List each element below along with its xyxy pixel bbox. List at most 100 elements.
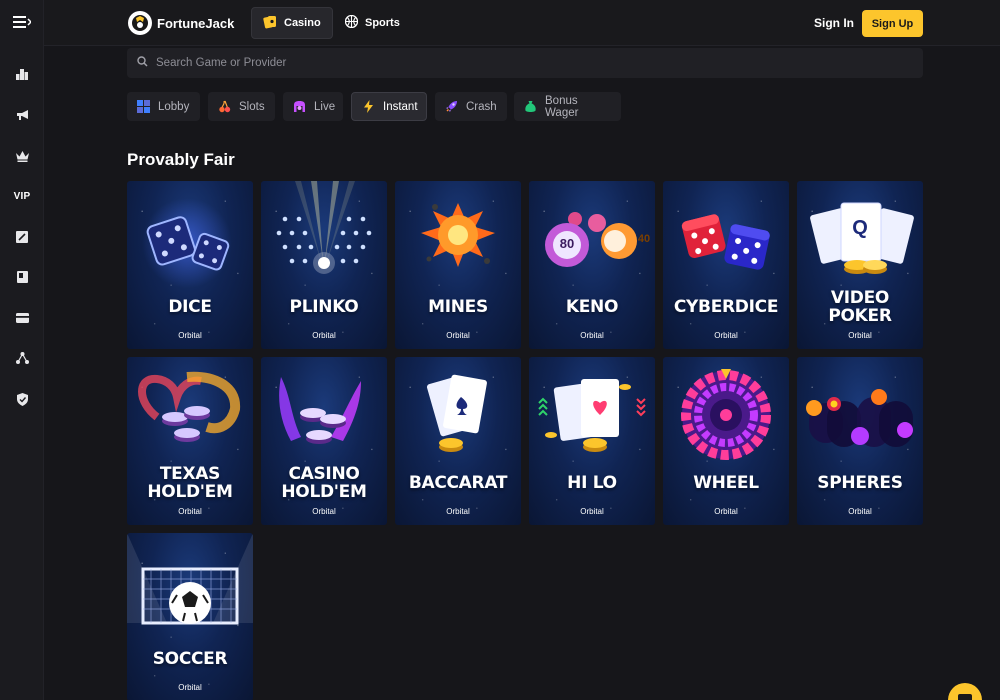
game-card-wheel[interactable]: WHEEL Orbital [663,357,789,525]
tab-bonus-wager-label: Bonus Wager [545,94,579,119]
shield-icon[interactable] [0,387,44,411]
game-card-plinko[interactable]: PLINKO Orbital [261,181,387,349]
game-title: MINES [428,297,488,317]
search-input[interactable] [156,57,856,69]
game-card-casino-holdem[interactable]: CASINO HOLD'EM Orbital [261,357,387,525]
tab-crash-label: Crash [466,100,497,113]
baccarat-art [426,374,487,452]
game-title: HI LO [567,473,617,493]
left-rail: VIP [0,0,44,700]
game-provider: Orbital [446,331,470,340]
game-card-texas-holdem[interactable]: TEXAS HOLD'EM Orbital [127,357,253,525]
spheres-art [806,389,913,447]
game-provider: Orbital [580,331,604,340]
chat-button[interactable] [948,683,982,700]
rocket-icon [445,100,458,113]
texas-holdem-art [138,371,241,442]
game-title: WHEEL [693,473,759,493]
game-provider: Orbital [580,507,604,516]
game-provider: Orbital [446,507,470,516]
network-icon[interactable] [0,346,44,370]
game-card-video-poker[interactable]: Q VIDEO POKER Orbital [797,181,923,349]
game-card-keno[interactable]: 80 40 KENO Orbital [529,181,655,349]
game-title-line-2: HOLD'EM [281,482,367,502]
game-card-cyberdice[interactable]: CYBERDICE Orbital [663,181,789,349]
hi-lo-art [538,379,646,452]
game-card-dice[interactable]: DICE Orbital [127,181,253,349]
game-provider: Orbital [714,331,738,340]
game-title-line-1: CASINO [288,464,360,484]
sign-up-button[interactable]: Sign Up [862,10,923,37]
game-title: PLINKO [289,297,359,317]
game-provider: Orbital [714,507,738,516]
search-icon [137,54,148,72]
game-provider: Orbital [312,507,336,516]
tab-slots-label: Slots [239,100,265,113]
game-provider: Orbital [178,331,202,340]
ticket-icon[interactable] [0,225,44,249]
cherry-icon [218,100,231,113]
tab-crash[interactable]: Crash [435,92,507,121]
keno-ball-80: 80 [559,236,575,251]
game-provider: Orbital [848,331,872,340]
game-title: KENO [565,297,619,317]
grid-icon [137,100,150,113]
game-provider: Orbital [178,683,202,692]
search-bar[interactable] [127,48,923,78]
tab-lobby[interactable]: Lobby [127,92,200,121]
brand-name: FortuneJack [157,15,235,31]
nav-sports-label: Sports [365,17,400,29]
menu-icon[interactable] [0,10,44,34]
chat-icon [958,691,972,700]
book-icon[interactable] [0,265,44,289]
brand-logo[interactable]: FortuneJack [128,11,234,35]
megaphone-icon[interactable] [0,103,44,127]
game-provider: Orbital [848,507,872,516]
vip-label[interactable]: VIP [0,184,44,208]
plinko-art [276,181,372,274]
money-bag-icon [524,100,537,113]
top-header: FortuneJack Casino Sports Sign In Sign U… [44,0,1000,46]
game-title: VIDEO POKER [797,289,923,325]
game-card-soccer[interactable]: SOCCER Orbital [127,533,253,700]
fortunejack-logo-icon [128,11,152,35]
basketball-icon [344,14,359,31]
game-title-line-2: POKER [828,306,892,326]
casino-icon [263,15,277,32]
sign-in-link[interactable]: Sign In [814,16,854,30]
crown-icon[interactable] [0,144,44,168]
tab-instant-label: Instant [383,100,418,113]
poker-card-letter: Q [852,217,868,239]
tab-slots[interactable]: Slots [208,92,275,121]
card-icon[interactable] [0,306,44,330]
nav-casino[interactable]: Casino [251,7,333,39]
game-card-mines[interactable]: MINES Orbital [395,181,521,349]
tab-live[interactable]: Live [283,92,343,121]
game-title-line-1: TEXAS [159,464,221,484]
game-card-baccarat[interactable]: BACCARAT Orbital [395,357,521,525]
game-provider: Orbital [178,507,202,516]
game-title: TEXAS HOLD'EM [127,465,253,501]
tab-instant[interactable]: Instant [351,92,427,121]
game-provider: Orbital [312,331,336,340]
tab-bonus-wager[interactable]: Bonus Wager [514,92,621,121]
game-card-spheres[interactable]: SPHERES Orbital [797,357,923,525]
dice-art [142,198,232,288]
soccer-art [127,533,253,625]
cyberdice-art [681,214,770,270]
game-title: BACCARAT [408,473,508,493]
nav-sports[interactable]: Sports [334,7,411,39]
mines-art [421,203,495,267]
keno-ball-40: 40 [637,233,651,245]
nav-casino-label: Casino [284,17,321,29]
live-dealer-icon [293,100,306,113]
game-title: DICE [168,297,212,317]
wheel-art [681,369,771,460]
game-title: CASINO HOLD'EM [261,465,387,501]
leaderboard-icon[interactable] [0,62,44,86]
casino-holdem-art [279,377,361,444]
tab-live-label: Live [314,100,336,113]
game-title-line-2: HOLD'EM [147,482,233,502]
game-card-hi-lo[interactable]: HI LO Orbital [529,357,655,525]
game-title-line-1: VIDEO [830,288,890,308]
